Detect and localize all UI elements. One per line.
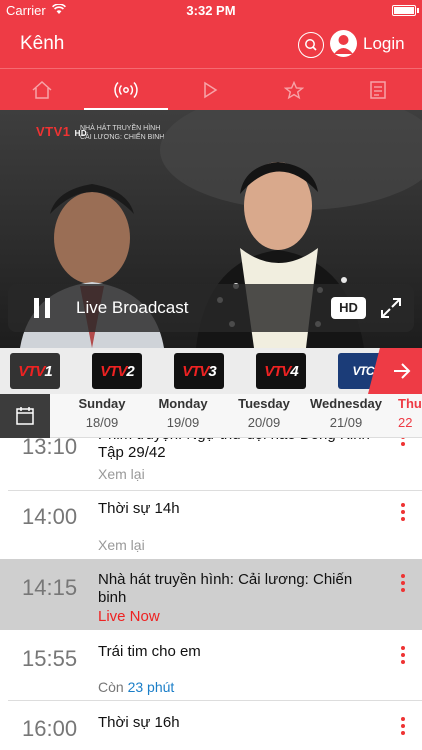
- page-title: Kênh: [20, 33, 65, 54]
- day-name: Thu: [398, 396, 422, 411]
- day-date: 18/09: [85, 415, 119, 430]
- program-row[interactable]: 16:00 Thời sự 16h: [0, 701, 422, 750]
- more-options-icon[interactable]: [398, 717, 408, 738]
- program-title: Nhà hát truyền hình: Cải lương: Chiến bi…: [98, 571, 353, 606]
- program-time: 14:15: [22, 575, 78, 600]
- program-row[interactable]: 13:10 Phim truyện: Ngự thư dội hào Đông …: [0, 438, 422, 490]
- program-title: Thời sự 14h: [98, 500, 180, 517]
- date-item[interactable]: Wednesday 21/09: [306, 396, 386, 430]
- tab-favorites[interactable]: [252, 69, 336, 111]
- pause-button[interactable]: [32, 297, 52, 324]
- channel-logo: VTV1: [18, 362, 53, 380]
- date-strip: Sunday 18/09 Monday 19/09 Tuesday 20/09 Wed…: [0, 394, 422, 438]
- battery-tip: [417, 8, 419, 13]
- day-name: Wednesday: [309, 396, 382, 411]
- channel-vtv4[interactable]: VTV4: [256, 353, 306, 389]
- program-time: 14:00: [22, 504, 78, 529]
- tab-bar: [0, 68, 422, 111]
- live-broadcast-icon: [114, 81, 138, 99]
- channel-logo: VTC: [352, 364, 375, 378]
- star-icon: [284, 80, 304, 99]
- battery-icon: [392, 5, 416, 16]
- day-date: 20/09: [247, 415, 281, 430]
- time-remaining: Còn 23 phút: [98, 679, 175, 695]
- navigation-bar: Kênh Login: [0, 22, 422, 68]
- login-button[interactable]: Login: [363, 34, 405, 54]
- status-bar: Carrier 3:32 PM: [0, 0, 422, 22]
- tab-schedule[interactable]: [336, 69, 420, 111]
- day-name: Sunday: [78, 396, 126, 411]
- channel-logo: VTV4: [264, 362, 299, 380]
- calendar-button[interactable]: [0, 394, 50, 438]
- arrow-right-icon: [394, 363, 411, 379]
- day-date: 21/09: [329, 415, 363, 430]
- more-options-icon[interactable]: [398, 646, 408, 667]
- tab-play[interactable]: [168, 69, 252, 111]
- program-title: Thời sự 16h: [98, 714, 180, 731]
- broadcast-label: Live Broadcast: [76, 298, 189, 317]
- tab-home[interactable]: [0, 69, 84, 111]
- channel-vtv3[interactable]: VTV3: [174, 353, 224, 389]
- status-time: 3:32 PM: [186, 3, 236, 18]
- day-date: 22: [398, 415, 413, 430]
- program-time: 16:00: [22, 716, 78, 741]
- calendar-icon: [16, 407, 34, 425]
- date-item[interactable]: Thu 22: [398, 396, 422, 430]
- play-icon: [204, 81, 218, 99]
- program-title: Phim truyện: Ngự thư dội hào Đông Kinh T…: [98, 438, 370, 461]
- live-now-label: Live Now: [98, 608, 160, 625]
- program-row[interactable]: 15:55 Trái tim cho em Còn 23 phút: [0, 630, 422, 700]
- channel-strip: VTV1 VTV2 VTV3 VTV4 VTC: [0, 348, 422, 394]
- channel-vtv2[interactable]: VTV2: [92, 353, 142, 389]
- date-item[interactable]: Monday 19/09: [143, 396, 223, 430]
- replay-label[interactable]: Xem lại: [98, 537, 145, 553]
- player-controls: Live Broadcast HD: [8, 284, 414, 332]
- program-time: 15:55: [22, 646, 78, 671]
- schedule-icon: [370, 81, 386, 99]
- channel-vtv1[interactable]: VTV1: [10, 353, 60, 389]
- program-row[interactable]: 14:00 Thời sự 14h Xem lại: [0, 491, 422, 559]
- day-name: Tuesday: [238, 396, 290, 411]
- more-options-icon[interactable]: [398, 574, 408, 595]
- day-name: Monday: [158, 396, 208, 411]
- program-row-current[interactable]: 14:15 Nhà hát truyền hình: Cải lương: Ch…: [0, 559, 422, 630]
- date-item[interactable]: Sunday 18/09: [62, 396, 142, 430]
- date-item[interactable]: Tuesday 20/09: [224, 396, 304, 430]
- channel-logo: VTV2: [100, 362, 135, 380]
- fullscreen-icon: [381, 298, 401, 318]
- home-icon: [32, 80, 52, 99]
- avatar-icon[interactable]: [330, 30, 357, 57]
- replay-label[interactable]: Xem lại: [98, 466, 145, 482]
- hd-quality-button[interactable]: HD: [331, 297, 366, 319]
- day-date: 19/09: [166, 415, 200, 430]
- pause-icon: [34, 298, 50, 318]
- more-options-icon[interactable]: [398, 438, 408, 449]
- search-icon: [305, 39, 317, 51]
- program-title: Trái tim cho em: [98, 643, 201, 660]
- fullscreen-button[interactable]: [380, 297, 402, 324]
- tab-live[interactable]: [84, 69, 168, 111]
- channel-logo: VTV3: [182, 362, 217, 380]
- program-list: 13:10 Phim truyện: Ngự thư dội hào Đông …: [0, 438, 422, 750]
- search-button[interactable]: [298, 32, 324, 58]
- program-time: 13:10: [22, 438, 78, 459]
- more-options-icon[interactable]: [398, 503, 408, 524]
